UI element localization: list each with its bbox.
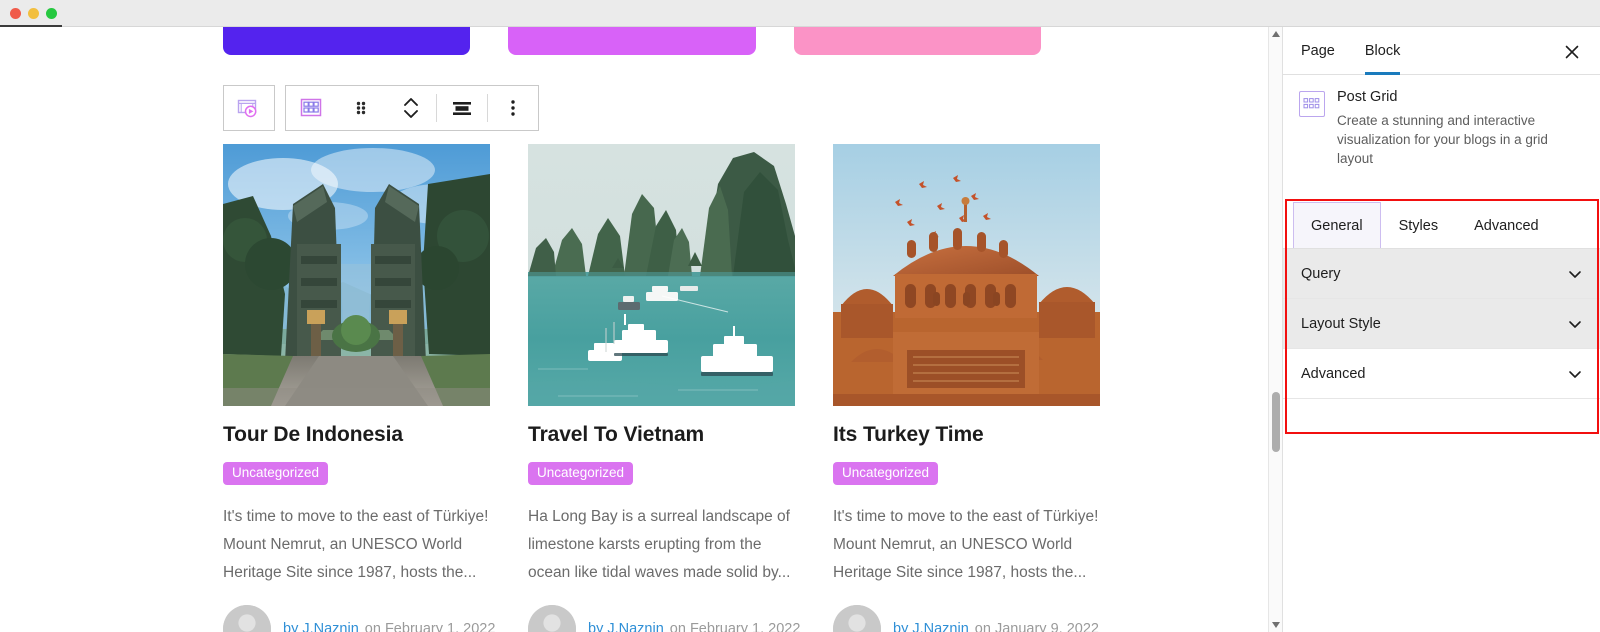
ha-long-bay-image: [528, 144, 795, 406]
align-wide-icon: [453, 102, 471, 115]
avatar: [223, 604, 271, 632]
close-sidebar-button[interactable]: [1560, 40, 1584, 64]
post-author-date: by J.Naznin on January 9, 2022: [893, 621, 1099, 632]
post-grid-glyph-icon: [1303, 97, 1319, 108]
block-title: Post Grid: [1337, 89, 1398, 105]
inspector-tab-general[interactable]: General: [1293, 202, 1381, 248]
move-up-down-button[interactable]: [386, 86, 436, 130]
block-type-button[interactable]: [286, 86, 336, 130]
post-excerpt: It's time to move to the east of Türkiye…: [833, 507, 1099, 581]
post-meta: by J.Naznin on February 1, 2022: [528, 604, 800, 632]
panel-layout-style[interactable]: Layout Style: [1283, 299, 1600, 349]
color-bar-magenta: [508, 27, 756, 55]
window-traffic-lights: [10, 8, 57, 19]
close-icon: [1565, 45, 1579, 59]
avatar-placeholder-icon: [223, 604, 271, 632]
toolbar-group-insert: [223, 85, 275, 131]
post-title[interactable]: Its Turkey Time: [833, 423, 1100, 446]
scroll-up-button[interactable]: [1269, 27, 1283, 41]
chevron-up-down-icon: [404, 98, 418, 118]
bali-temple-gate-image: [223, 144, 490, 406]
sidebar-tab-page[interactable]: Page: [1301, 27, 1335, 75]
panel-advanced-label: Advanced: [1301, 365, 1366, 382]
editor-canvas: Tour De Indonesia Uncategorized It's tim…: [0, 27, 1268, 632]
post-grid-icon: [300, 98, 322, 117]
sidebar-tab-block[interactable]: Block: [1364, 27, 1401, 75]
panel-query-label: Query: [1301, 265, 1341, 282]
post-date: on February 1, 2022: [364, 620, 496, 632]
post-title[interactable]: Travel To Vietnam: [528, 423, 795, 446]
post-title[interactable]: Tour De Indonesia: [223, 423, 490, 446]
panel-query[interactable]: Query: [1283, 249, 1600, 299]
insert-block-icon: [237, 99, 257, 118]
post-date: on February 1, 2022: [669, 620, 801, 632]
post-grid-icon: [1299, 91, 1325, 117]
inspector-controls: General Styles Advanced Query Layout Sty…: [1283, 202, 1600, 399]
block-info-text: Post Grid Create a stunning and interact…: [1337, 89, 1555, 168]
scroll-down-button[interactable]: [1269, 618, 1283, 632]
inspector-tab-advanced[interactable]: Advanced: [1456, 202, 1557, 248]
post-excerpt: It's time to move to the east of Türkiye…: [223, 507, 489, 581]
chevron-down-icon: [1569, 320, 1581, 328]
avatar-placeholder-icon: [833, 604, 881, 632]
block-description: Create a stunning and interactive visual…: [1337, 113, 1548, 166]
color-bar-row: [223, 27, 1041, 55]
more-options-button[interactable]: [488, 86, 538, 130]
post-author-date: by J.Naznin on February 1, 2022: [283, 621, 495, 632]
post-category-badge[interactable]: Uncategorized: [833, 462, 939, 485]
inspector-tab-bar: General Styles Advanced: [1283, 202, 1600, 249]
minimize-window-button[interactable]: [28, 8, 39, 19]
chevron-down-icon: [1569, 270, 1581, 278]
inspector-tab-styles[interactable]: Styles: [1381, 202, 1457, 248]
toolbar-group-block: [285, 85, 539, 131]
post-meta: by J.Naznin on February 1, 2022: [223, 604, 495, 632]
drag-dots-icon: [356, 101, 366, 115]
color-bar-blue: [223, 27, 471, 55]
color-bar-pink: [793, 27, 1041, 55]
post-category-badge[interactable]: Uncategorized: [528, 462, 634, 485]
block-info: Post Grid Create a stunning and interact…: [1283, 75, 1600, 182]
vertical-dots-icon: [511, 100, 515, 116]
post-excerpt: Ha Long Bay is a surreal landscape of li…: [528, 507, 791, 581]
post-date: on January 9, 2022: [974, 620, 1099, 632]
post-author[interactable]: by J.Naznin: [893, 621, 969, 632]
post-card[interactable]: Travel To Vietnam Uncategorized Ha Long …: [528, 144, 800, 632]
avatar: [528, 604, 576, 632]
block-toolbar: [223, 85, 539, 131]
post-card[interactable]: Its Turkey Time Uncategorized It's time …: [833, 144, 1100, 632]
panel-layout-style-label: Layout Style: [1301, 315, 1381, 332]
avatar-placeholder-icon: [528, 604, 576, 632]
drag-handle-button[interactable]: [336, 86, 386, 130]
close-window-button[interactable]: [10, 8, 21, 19]
align-button[interactable]: [437, 86, 487, 130]
scrollbar-thumb[interactable]: [1272, 392, 1280, 452]
avatar: [833, 604, 881, 632]
post-card[interactable]: Tour De Indonesia Uncategorized It's tim…: [223, 144, 495, 632]
triangle-up-icon: [1272, 31, 1280, 37]
triangle-down-icon: [1272, 622, 1280, 628]
add-block-before-button[interactable]: [224, 86, 274, 130]
post-thumbnail[interactable]: [833, 144, 1100, 406]
panel-advanced[interactable]: Advanced: [1283, 349, 1600, 399]
post-category-badge[interactable]: Uncategorized: [223, 462, 329, 485]
window-titlebar: [0, 0, 1600, 27]
app-window: Tour De Indonesia Uncategorized It's tim…: [0, 0, 1600, 632]
post-grid: Tour De Indonesia Uncategorized It's tim…: [223, 144, 1100, 632]
maximize-window-button[interactable]: [46, 8, 57, 19]
sidebar-tab-bar: Page Block: [1283, 27, 1600, 75]
post-author[interactable]: by J.Naznin: [588, 621, 664, 632]
chevron-down-icon: [1569, 370, 1581, 378]
post-thumbnail[interactable]: [528, 144, 795, 406]
canvas-scrollbar[interactable]: [1268, 27, 1282, 632]
istanbul-mosque-image: [833, 144, 1100, 406]
settings-sidebar: Page Block Post Grid Create a stunning a…: [1282, 27, 1600, 632]
post-thumbnail[interactable]: [223, 144, 490, 406]
post-meta: by J.Naznin on January 9, 2022: [833, 604, 1100, 632]
post-author-date: by J.Naznin on February 1, 2022: [588, 621, 800, 632]
post-author[interactable]: by J.Naznin: [283, 621, 359, 632]
